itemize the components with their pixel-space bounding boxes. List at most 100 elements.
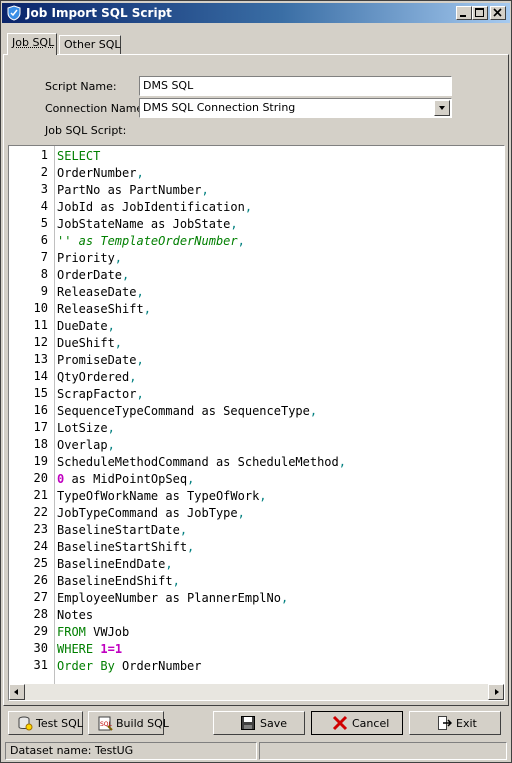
code-line[interactable]: BaselineStartShift, (57, 539, 194, 556)
code-line[interactable]: Priority, (57, 250, 122, 267)
connection-name-value: DMS SQL Connection String (143, 101, 296, 114)
code-line[interactable]: Notes (57, 607, 93, 624)
code-line[interactable]: OrderNumber, (57, 165, 144, 182)
code-line[interactable]: WHERE 1=1 (57, 641, 122, 658)
chevron-down-icon (439, 106, 445, 110)
code-line[interactable]: PartNo as PartNumber, (57, 182, 209, 199)
line-number: 13 (33, 352, 48, 366)
close-button[interactable] (490, 6, 506, 20)
database-icon (18, 716, 33, 731)
code-line[interactable]: BaselineEndDate, (57, 556, 173, 573)
code-line[interactable]: TypeOfWorkName as TypeOfWork, (57, 488, 267, 505)
line-number: 4 (40, 199, 48, 213)
line-number: 8 (40, 267, 48, 281)
line-number: 3 (40, 182, 48, 196)
code-line[interactable]: DueShift, (57, 335, 122, 352)
save-label: Save (260, 717, 288, 730)
code-line[interactable]: OrderDate, (57, 267, 129, 284)
tab-job-sql[interactable]: Job SQL (7, 33, 57, 55)
cancel-button[interactable]: Cancel (311, 711, 403, 735)
code-line[interactable]: ReleaseShift, (57, 301, 151, 318)
code-line[interactable]: LotSize, (57, 420, 115, 437)
code-line[interactable]: ScrapFactor, (57, 386, 144, 403)
build-sql-label: Build SQL (116, 717, 169, 730)
scroll-right-button[interactable] (488, 684, 504, 700)
svg-text:SQL: SQL (100, 721, 113, 728)
save-icon (241, 716, 255, 730)
window-title: Job Import SQL Script (26, 6, 172, 20)
code-line[interactable]: EmployeeNumber as PlannerEmplNo, (57, 590, 288, 607)
line-number: 28 (33, 607, 48, 621)
code-line[interactable]: PromiseDate, (57, 352, 144, 369)
connection-name-select[interactable]: DMS SQL Connection String (139, 98, 452, 118)
code-line[interactable]: Order By OrderNumber (57, 658, 202, 675)
maximize-icon (475, 8, 484, 17)
line-number: 2 (40, 165, 48, 179)
line-number: 5 (40, 216, 48, 230)
dataset-status: Dataset name: TestUG (5, 742, 257, 760)
app-icon (7, 5, 21, 21)
line-number: 9 (40, 284, 48, 298)
code-line[interactable]: 0 as MidPointOpSeq, (57, 471, 194, 488)
job-sql-script-label: Job SQL Script: (45, 124, 127, 137)
sql-editor[interactable]: 1 2 3 4 5 6 7 8 9 10 11 12 13 14 15 16 17 18 19 20 21 22 23 24 2… (8, 145, 505, 701)
line-number: 27 (33, 590, 48, 604)
code-line[interactable]: Overlap, (57, 437, 115, 454)
script-name-input[interactable]: DMS SQL (139, 76, 452, 96)
maximize-button[interactable] (472, 6, 488, 20)
line-number: 21 (33, 488, 48, 502)
tab-other-sql[interactable]: Other SQL (59, 35, 121, 55)
line-number: 6 (40, 233, 48, 247)
code-line[interactable]: SELECT (57, 148, 100, 165)
line-number: 12 (33, 335, 48, 349)
line-number: 31 (33, 658, 48, 672)
test-sql-button[interactable]: Test SQL (8, 711, 83, 735)
scroll-left-button[interactable] (9, 684, 25, 700)
code-line[interactable]: JobTypeCommand as JobType, (57, 505, 245, 522)
exit-label: Exit (456, 717, 477, 730)
code-line[interactable]: SequenceTypeCommand as SequenceType, (57, 403, 317, 420)
code-line[interactable]: JobStateName as JobState, (57, 216, 238, 233)
line-number: 14 (33, 369, 48, 383)
save-button[interactable]: Save (213, 711, 305, 735)
code-line[interactable]: ReleaseDate, (57, 284, 144, 301)
code-line[interactable]: QtyOrdered, (57, 369, 136, 386)
code-line[interactable]: ScheduleMethodCommand as ScheduleMethod, (57, 454, 346, 471)
line-number: 18 (33, 437, 48, 451)
tab-strip: Job SQL Other SQL (3, 33, 509, 55)
line-number: 26 (33, 573, 48, 587)
code-line[interactable]: JobId as JobIdentification, (57, 199, 252, 216)
tab-other-sql-label: Other SQL (64, 38, 121, 51)
dialog-window: Job Import SQL Script Job SQL Other SQL … (0, 0, 512, 763)
code-line[interactable]: FROM VWJob (57, 624, 129, 641)
sql-build-icon: SQL (98, 716, 113, 731)
line-number: 7 (40, 250, 48, 264)
line-number: 22 (33, 505, 48, 519)
exit-button[interactable]: Exit (409, 711, 501, 735)
horizontal-scrollbar[interactable] (9, 684, 504, 700)
test-sql-label: Test SQL (36, 717, 83, 730)
cancel-icon (332, 715, 348, 731)
line-number: 17 (33, 420, 48, 434)
line-number: 25 (33, 556, 48, 570)
minimize-button[interactable] (456, 6, 472, 20)
code-line[interactable]: BaselineStartDate, (57, 522, 187, 539)
line-number: 10 (33, 301, 48, 315)
tab-job-sql-label: Job SQL (12, 36, 55, 49)
code-line[interactable]: BaselineEndShift, (57, 573, 180, 590)
code-line[interactable]: '' as TemplateOrderNumber, (57, 233, 245, 250)
connection-name-label: Connection Name: (45, 102, 147, 115)
dataset-status-text: Dataset name: TestUG (10, 744, 134, 757)
line-number: 15 (33, 386, 48, 400)
line-number: 11 (33, 318, 48, 332)
status-panel-empty (259, 742, 507, 760)
dropdown-button[interactable] (434, 100, 450, 116)
title-bar[interactable]: Job Import SQL Script (2, 3, 510, 23)
line-number: 16 (33, 403, 48, 417)
build-sql-button[interactable]: SQL Build SQL (88, 711, 169, 735)
line-number: 19 (33, 454, 48, 468)
line-number: 30 (33, 641, 48, 655)
script-name-value: DMS SQL (143, 79, 194, 92)
line-number: 23 (33, 522, 48, 536)
code-line[interactable]: DueDate, (57, 318, 115, 335)
